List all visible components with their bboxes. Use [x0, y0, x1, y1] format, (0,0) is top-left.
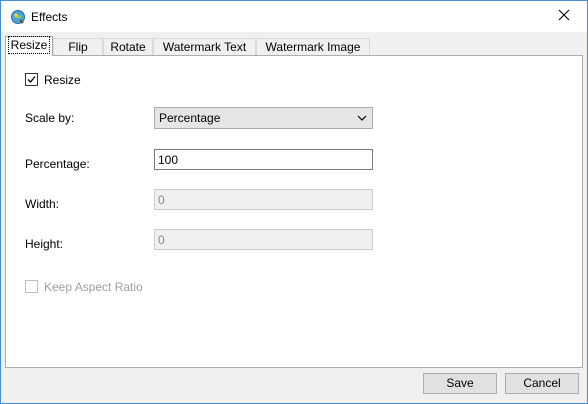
keep-aspect-ratio-checkbox[interactable] [25, 280, 38, 293]
scale-by-value: Percentage [159, 111, 221, 125]
width-label: Width: [25, 197, 60, 211]
percentage-label: Percentage: [25, 157, 90, 171]
tab-watermark-image[interactable]: Watermark Image [256, 38, 370, 55]
tab-label: Watermark Text [162, 40, 247, 54]
resize-tab-panel: Resize Scale by: Percentage Percentage: … [5, 55, 583, 368]
effects-dialog: Effects Resize Flip Rotate Watermark Tex… [0, 0, 588, 404]
tab-label: Flip [68, 40, 88, 54]
tab-label: Watermark Image [265, 40, 361, 54]
tab-resize[interactable]: Resize [5, 36, 53, 56]
cancel-button[interactable]: Cancel [505, 373, 579, 394]
chevron-down-icon [356, 112, 368, 124]
resize-checkbox-label: Resize [44, 73, 81, 87]
window-title: Effects [31, 10, 68, 24]
percentage-input[interactable] [154, 149, 373, 170]
tab-strip: Resize Flip Rotate Watermark Text Waterm… [1, 32, 587, 57]
title-bar: Effects [1, 1, 587, 32]
tab-label: Resize [7, 36, 51, 54]
close-icon [558, 9, 570, 24]
effects-app-icon [10, 9, 26, 25]
close-button[interactable] [541, 1, 587, 32]
save-button[interactable]: Save [423, 373, 497, 394]
scale-by-label: Scale by: [25, 111, 75, 125]
keep-aspect-ratio-label: Keep Aspect Ratio [44, 280, 143, 294]
tab-label: Rotate [110, 40, 146, 54]
height-label: Height: [25, 237, 64, 251]
width-input[interactable] [154, 189, 373, 210]
checkmark-icon [27, 76, 36, 83]
height-input[interactable] [154, 229, 373, 250]
tab-rotate[interactable]: Rotate [103, 38, 153, 55]
tab-watermark-text[interactable]: Watermark Text [153, 38, 256, 55]
tab-flip[interactable]: Flip [53, 38, 103, 55]
resize-checkbox[interactable] [25, 73, 38, 86]
scale-by-dropdown[interactable]: Percentage [154, 107, 373, 129]
